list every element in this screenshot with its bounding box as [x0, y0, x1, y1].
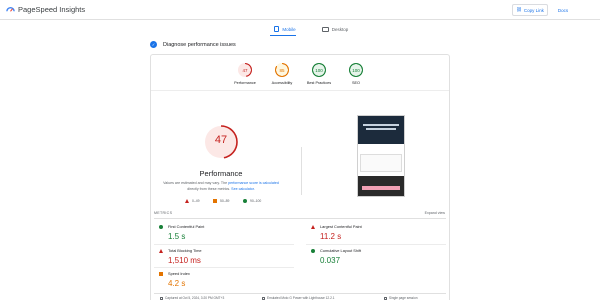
- metric-value: 4.2 s: [168, 279, 186, 288]
- average-square-icon: [159, 272, 163, 276]
- score-legend: 0–49 50–89 90–100: [181, 199, 291, 205]
- session-text: Single page session: [389, 296, 418, 300]
- performance-big-score: 47: [214, 134, 228, 146]
- calendar-icon: [160, 296, 163, 300]
- performance-score-link[interactable]: performance score is calculated: [228, 181, 279, 185]
- metric-name: Total Blocking Time: [168, 248, 202, 253]
- performance-note: Values are estimated and may vary. The p…: [159, 181, 283, 192]
- session-icon: [384, 296, 387, 300]
- gauge-best-practices-score: 100: [315, 67, 323, 73]
- average-square-icon: [213, 199, 217, 203]
- gauge-seo-label: SEO: [351, 81, 361, 85]
- thumbnail-hero-line: [363, 124, 399, 126]
- gauge-accessibility-ring: 85: [275, 63, 289, 77]
- score-gauges: 47 Performance 85 Accessibility 100 Best…: [151, 55, 449, 91]
- metric-largest-contentful-paint: Largest Contentful Paint 11.2 s: [306, 220, 446, 246]
- metric-name: Speed Index: [168, 271, 190, 276]
- desktop-icon: [321, 26, 329, 32]
- thumbnail-card: [360, 154, 402, 172]
- performance-note-part1: Values are estimated and may vary. The: [163, 181, 229, 185]
- fail-triangle-icon: [185, 199, 189, 203]
- metric-value: 1,510 ms: [168, 256, 201, 265]
- legend-pass: 90–100: [243, 199, 261, 203]
- emulated-info: Emulated Moto G Power with Lighthouse 12…: [262, 296, 335, 300]
- legend-pass-label: 90–100: [250, 199, 262, 203]
- fail-triangle-icon: [159, 249, 163, 253]
- captured-text: Captured at Oct 5, 2024, 3:20 PM GMT+3: [165, 296, 225, 300]
- link-icon: ⛓: [516, 7, 522, 12]
- metric-cumulative-layout-shift: Cumulative Layout Shift 0.037: [306, 244, 446, 270]
- run-info-bar: Captured at Oct 5, 2024, 3:20 PM GMT+3 E…: [154, 293, 446, 300]
- pass-circle-icon: [243, 199, 247, 203]
- metric-speed-index: Speed Index 4.2 s: [154, 267, 294, 293]
- metric-value: 1.5 s: [168, 232, 186, 241]
- performance-note-part2: directly from these metrics.: [187, 186, 232, 191]
- emulated-text: Emulated Moto G Power with Lighthouse 12…: [267, 296, 335, 300]
- fail-triangle-icon: [311, 225, 315, 229]
- calculator-link[interactable]: See calculator.: [231, 187, 255, 191]
- metric-separator: [154, 244, 294, 245]
- thumbnail-hero: [358, 116, 404, 144]
- pagespeed-logo-icon: [6, 6, 15, 12]
- gauge-seo-score: 100: [352, 67, 360, 73]
- tab-mobile[interactable]: Mobile: [260, 22, 310, 36]
- docs-link[interactable]: Docs: [553, 4, 573, 16]
- gauge-best-practices[interactable]: 100 Best Practices: [299, 63, 339, 93]
- copy-link-button[interactable]: ⛓ Copy Link: [512, 4, 548, 16]
- expand-view-link[interactable]: Expand view: [425, 211, 445, 215]
- pass-circle-icon: [159, 225, 163, 229]
- captured-info: Captured at Oct 5, 2024, 3:20 PM GMT+3: [160, 296, 224, 300]
- tab-desktop[interactable]: Desktop: [310, 22, 360, 36]
- gauge-accessibility-label: Accessibility: [271, 81, 293, 85]
- metric-name: Cumulative Layout Shift: [320, 248, 362, 253]
- metrics-divider: [154, 218, 446, 219]
- gauge-accessibility[interactable]: 85 Accessibility: [262, 63, 302, 93]
- mobile-icon: [274, 26, 280, 32]
- gauge-seo-ring: 100: [349, 63, 363, 77]
- diagnose-title: Diagnose performance issues: [163, 42, 236, 48]
- copy-link-label: Copy Link: [523, 7, 544, 13]
- gauge-performance-ring: 47: [238, 63, 252, 77]
- top-bar: PageSpeed Insights ⛓ Copy Link Docs: [0, 0, 600, 20]
- metric-name: Largest Contentful Paint: [320, 224, 362, 229]
- gauge-best-practices-ring: 100: [312, 63, 326, 77]
- report-card: 47 Performance 85 Accessibility 100 Best…: [150, 54, 450, 300]
- section-divider: [301, 147, 302, 195]
- metrics-label: METRICS: [154, 211, 173, 215]
- performance-title: Performance: [199, 169, 243, 178]
- page-root: PageSpeed Insights ⛓ Copy Link Docs Mobi…: [0, 0, 600, 300]
- page-screenshot-thumbnail[interactable]: [357, 115, 405, 197]
- metric-separator: [154, 267, 294, 268]
- diagnose-toggle-icon[interactable]: ✓: [150, 41, 157, 48]
- device-icon: [262, 296, 265, 300]
- legend-fail: 0–49: [185, 199, 200, 203]
- gauge-best-practices-label: Best Practices: [306, 81, 332, 85]
- tab-desktop-label: Desktop: [331, 26, 349, 32]
- device-tabs: Mobile Desktop: [260, 22, 360, 36]
- gauge-performance[interactable]: 47 Performance: [225, 63, 265, 93]
- tab-mobile-label: Mobile: [282, 26, 296, 32]
- metric-name: First Contentful Paint: [168, 224, 205, 229]
- gauge-accessibility-score: 85: [279, 67, 285, 73]
- gauge-seo[interactable]: 100 SEO: [336, 63, 376, 93]
- metric-value: 11.2 s: [320, 232, 342, 241]
- gauge-performance-label: Performance: [234, 81, 256, 85]
- metric-separator: [306, 244, 446, 245]
- app-title: PageSpeed Insights: [18, 5, 86, 14]
- legend-average-label: 50–89: [220, 199, 230, 203]
- pass-circle-icon: [311, 249, 315, 253]
- gauge-performance-score: 47: [242, 67, 248, 73]
- legend-fail-label: 0–49: [192, 199, 200, 203]
- session-info: Single page session: [384, 296, 418, 300]
- metric-first-contentful-paint: First Contentful Paint 1.5 s: [154, 220, 294, 246]
- thumbnail-hero-line: [366, 128, 396, 130]
- metric-value: 0.037: [320, 256, 341, 265]
- legend-average: 50–89: [213, 199, 229, 203]
- thumbnail-pink-button: [362, 186, 400, 190]
